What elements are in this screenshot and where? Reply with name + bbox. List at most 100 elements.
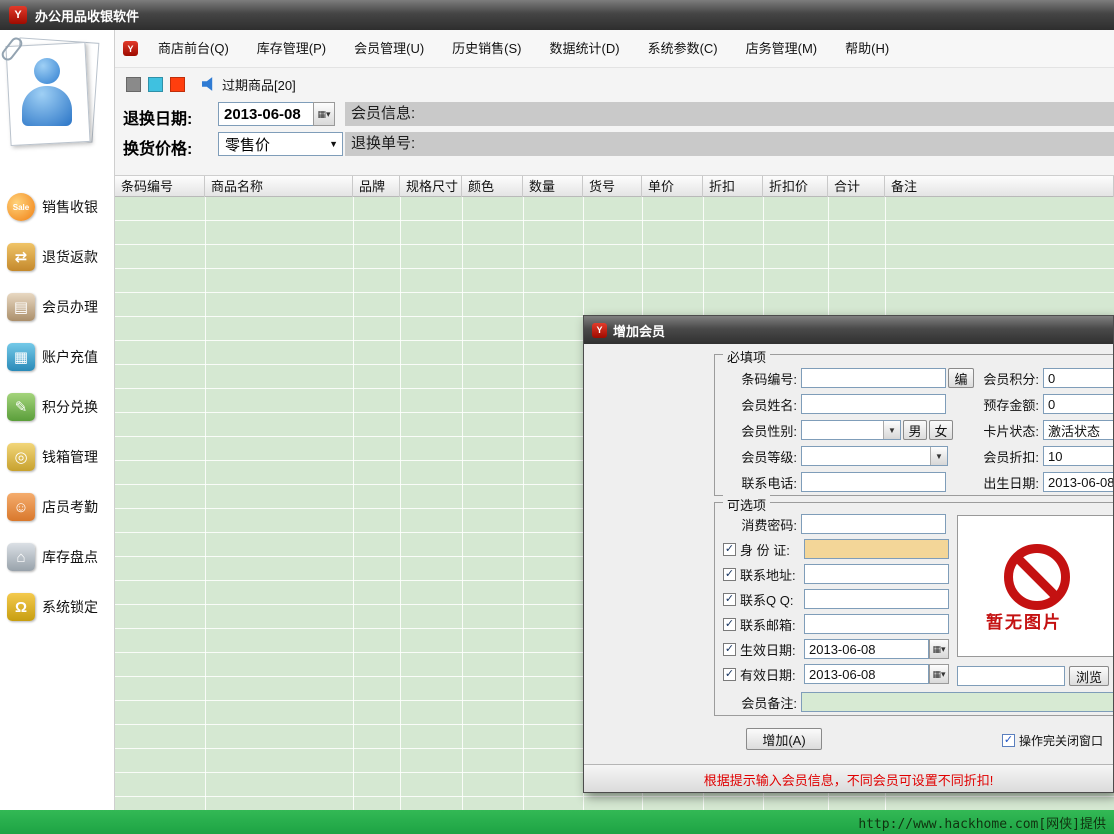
calendar-dropdown-icon[interactable]: ▦▾ [929, 639, 949, 659]
menu-item[interactable]: 系统参数(C) [634, 37, 732, 61]
table-header-cell[interactable]: 备注 [885, 176, 1114, 198]
male-button[interactable]: 男 [903, 420, 927, 440]
menu-item[interactable]: 历史销售(S) [438, 37, 535, 61]
member-name-input[interactable] [801, 394, 946, 414]
dialog-titlebar[interactable]: Y 增加会员 [584, 316, 1113, 344]
phone-input[interactable] [801, 472, 946, 492]
photo-path-input[interactable] [957, 666, 1065, 686]
qq-checkbox[interactable]: ✓ [723, 593, 736, 606]
remark-label: 会员备注: [715, 693, 801, 712]
sidebar-item-recharge[interactable]: ▦账户充值 [0, 332, 115, 382]
barcode-label: 条码编号: [715, 369, 801, 388]
barcode-input[interactable] [801, 368, 946, 388]
female-button[interactable]: 女 [929, 420, 953, 440]
id-card-input[interactable] [804, 539, 949, 559]
attendance-icon: ☺ [7, 493, 35, 521]
end-date-checkbox[interactable]: ✓ [723, 668, 736, 681]
deposit-input[interactable] [1043, 394, 1114, 414]
qq-input[interactable] [804, 589, 949, 609]
browse-button[interactable]: 浏览 [1069, 666, 1109, 686]
dialog-icon: Y [592, 323, 607, 338]
table-header-cell[interactable]: 品牌 [353, 176, 400, 198]
menu-items: 商店前台(Q)库存管理(P)会员管理(U)历史销售(S)数据统计(D)系统参数(… [144, 37, 903, 61]
birth-date-label: 出生日期: [979, 473, 1043, 492]
expired-goods-notice: 过期商品[20] [222, 75, 296, 94]
color-legend-square [148, 77, 163, 92]
address-input[interactable] [804, 564, 949, 584]
app-window: Y 办公用品收银软件 Sale销售收银⇄退货返款▤会员办理▦账户充值✎积分兑换◎… [0, 0, 1114, 834]
return-refund-icon: ⇄ [7, 243, 35, 271]
points-exchange-icon: ✎ [7, 393, 35, 421]
calendar-dropdown-icon[interactable]: ▦▾ [929, 664, 949, 684]
member-info-strip: 会员信息: [345, 102, 1114, 126]
sidebar-item-label: 退货返款 [42, 247, 98, 267]
menu-item[interactable]: 商店前台(Q) [144, 37, 243, 61]
table-header-cell[interactable]: 货号 [583, 176, 642, 198]
column-separator [523, 197, 524, 810]
menu-item[interactable]: 库存管理(P) [243, 37, 340, 61]
window-titlebar[interactable]: Y 办公用品收银软件 [0, 0, 1114, 30]
sidebar-item-inventory[interactable]: ⌂库存盘点 [0, 532, 115, 582]
table-header-cell[interactable]: 颜色 [462, 176, 523, 198]
end-date-input[interactable] [804, 664, 929, 684]
menu-app-icon: Y [123, 41, 138, 56]
member-discount-input[interactable] [1043, 446, 1114, 466]
speaker-icon [202, 77, 217, 92]
cashbox-icon: ◎ [7, 443, 35, 471]
return-date-picker[interactable]: ▦▾ [218, 102, 335, 126]
email-checkbox[interactable]: ✓ [723, 618, 736, 631]
price-type-select[interactable]: 零售价 ▼ [218, 132, 343, 156]
points-input[interactable] [1043, 368, 1114, 388]
sale-badge-icon: Sale [7, 193, 35, 221]
sidebar-item-cashbox[interactable]: ◎钱箱管理 [0, 432, 115, 482]
table-header-cell[interactable]: 商品名称 [205, 176, 353, 198]
address-checkbox[interactable]: ✓ [723, 568, 736, 581]
close-after-checkbox[interactable]: ✓ [1002, 734, 1015, 747]
add-member-button[interactable]: 增加(A) [746, 728, 822, 750]
return-order-strip: 退换单号: [345, 132, 1114, 156]
return-date-input[interactable] [218, 102, 313, 126]
birth-date-input[interactable] [1043, 472, 1114, 492]
member-discount-label: 会员折扣: [979, 447, 1043, 466]
points-label: 会员积分: [979, 369, 1043, 388]
app-logo-image [4, 36, 104, 154]
edit-barcode-button[interactable]: 编 [948, 368, 974, 388]
table-header-cell[interactable]: 规格尺寸 [400, 176, 462, 198]
start-date-label: 生效日期: [740, 640, 804, 659]
sidebar-item-attendance[interactable]: ☺店员考勤 [0, 482, 115, 532]
sidebar-item-return[interactable]: ⇄ 退货返款 [0, 232, 115, 282]
card-status-input[interactable] [1043, 420, 1114, 440]
sidebar-item-points[interactable]: ✎积分兑换 [0, 382, 115, 432]
system-lock-icon: Ω [7, 593, 35, 621]
sidebar-item-lock[interactable]: Ω系统锁定 [0, 582, 115, 632]
sidebar-item-label: 账户充值 [42, 347, 98, 367]
calendar-dropdown-icon[interactable]: ▦▾ [313, 102, 335, 126]
table-header-cell[interactable]: 折扣 [703, 176, 763, 198]
email-input[interactable] [804, 614, 949, 634]
close-after-label: 操作完关闭窗口 [1019, 732, 1103, 749]
table-header-cell[interactable]: 数量 [523, 176, 583, 198]
id-card-checkbox[interactable]: ✓ [723, 543, 736, 556]
menu-item[interactable]: 会员管理(U) [340, 37, 438, 61]
sidebar-item-member[interactable]: ▤会员办理 [0, 282, 115, 332]
start-date-input[interactable] [804, 639, 929, 659]
table-header-cell[interactable]: 合计 [828, 176, 885, 198]
start-date-checkbox[interactable]: ✓ [723, 643, 736, 656]
status-bar: http://www.hackhome.com[网侠]提供 [0, 810, 1114, 834]
return-date-label: 退换日期: [123, 105, 192, 129]
table-header-cell[interactable]: 单价 [642, 176, 703, 198]
password-input[interactable] [801, 514, 946, 534]
id-card-label: 身 份 证: [740, 540, 804, 559]
menu-item[interactable]: 数据统计(D) [536, 37, 634, 61]
menu-item[interactable]: 帮助(H) [831, 37, 903, 61]
table-header-cell[interactable]: 条码编号 [115, 176, 205, 198]
menu-item[interactable]: 店务管理(M) [732, 37, 832, 61]
member-level-select[interactable]: ▼ [801, 446, 948, 466]
color-legend-square [126, 77, 141, 92]
remark-input[interactable] [801, 692, 1114, 712]
sidebar-item-sale[interactable]: Sale销售收银 [0, 182, 115, 232]
gender-select[interactable]: ▼ [801, 420, 901, 440]
table-header-cell[interactable]: 折扣价 [763, 176, 828, 198]
column-separator [205, 197, 206, 810]
card-status-label: 卡片状态: [979, 421, 1043, 440]
